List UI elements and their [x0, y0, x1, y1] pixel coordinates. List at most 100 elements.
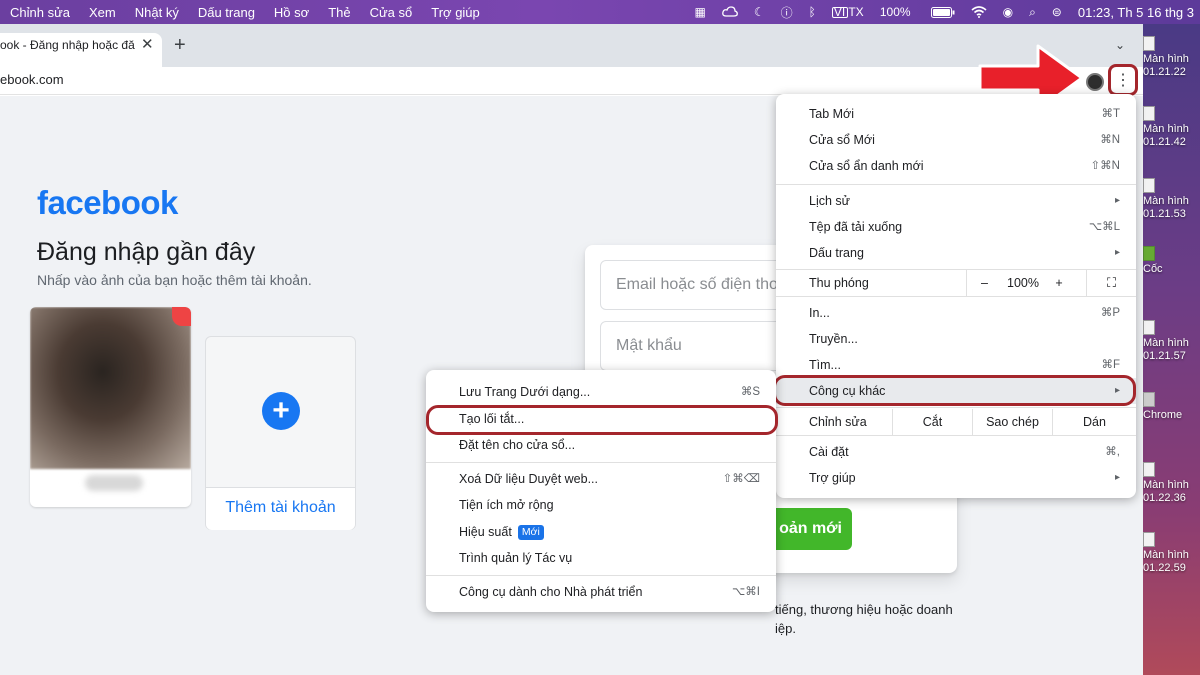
- menubar-clock[interactable]: 01:23, Th 5 16 thg 3: [1078, 5, 1194, 20]
- facebook-logo: facebook: [37, 184, 178, 221]
- desktop-app[interactable]: Cốc: [1143, 246, 1200, 276]
- desktop-file[interactable]: Màn hình 01.22.59: [1143, 532, 1200, 575]
- menu-divider: [426, 575, 776, 576]
- macos-menubar: Chỉnh sửa Xem Nhật ký Dấu trang Hồ sơ Th…: [0, 0, 1200, 24]
- submenu-performance[interactable]: Hiệu suất Mới: [426, 519, 776, 545]
- file-icon: [1143, 532, 1155, 547]
- file-icon: [1143, 178, 1155, 193]
- desktop-file[interactable]: Màn hình 01.21.57: [1143, 320, 1200, 363]
- menu-bookmarks[interactable]: Dấu trang ▸: [776, 240, 1136, 266]
- close-tab-icon[interactable]: ✕: [141, 35, 154, 53]
- bluetooth-icon[interactable]: ᛒ: [809, 5, 816, 19]
- profile-avatar[interactable]: [1086, 73, 1104, 91]
- tab-title: ook - Đăng nhập hoặc đă: [0, 38, 135, 52]
- menu-profiles[interactable]: Hồ sơ: [274, 5, 309, 20]
- chevron-right-icon: ▸: [1114, 472, 1120, 483]
- recent-logins-title: Đăng nhập gần đây: [37, 238, 256, 266]
- menu-history[interactable]: Nhật ký: [135, 5, 179, 20]
- battery-status[interactable]: 100%: [880, 5, 955, 19]
- submenu-save-page[interactable]: Lưu Trang Dưới dạng... ⌘S: [426, 379, 776, 405]
- more-tools-highlight-ring: [773, 375, 1136, 406]
- submenu-clear-browsing-data[interactable]: Xoá Dữ liệu Duyệt web... ⇧⌘⌫: [426, 466, 776, 492]
- menu-view[interactable]: Xem: [89, 5, 116, 20]
- file-icon: [1143, 320, 1155, 335]
- browser-toolbar: ebook.com ⋮: [0, 67, 1143, 95]
- menu-bookmarks[interactable]: Dấu trang: [198, 5, 255, 20]
- desktop-file[interactable]: Màn hình 01.22.36: [1143, 462, 1200, 505]
- tab-search-chevron-icon[interactable]: ⌄: [1115, 38, 1125, 52]
- add-account-label: Thêm tài khoản: [225, 499, 336, 516]
- cut-button[interactable]: Cắt: [892, 409, 972, 435]
- menu-history[interactable]: Lịch sử ▸: [776, 188, 1136, 214]
- zoom-level: 100%: [1007, 276, 1039, 290]
- desktop-file[interactable]: Màn hình 01.21.22: [1143, 36, 1200, 79]
- kebab-highlight-ring: [1108, 64, 1138, 96]
- create-page-text: tiếng, thương hiệu hoặc doanh iệp.: [775, 602, 953, 636]
- submenu-extensions[interactable]: Tiện ích mở rộng: [426, 492, 776, 518]
- moon-icon[interactable]: ☾: [754, 5, 765, 19]
- saved-profile-card[interactable]: [30, 307, 191, 507]
- battery-icon: [930, 6, 955, 18]
- menubar-grid-icon[interactable]: ▦: [695, 5, 706, 19]
- new-tab-plus-icon[interactable]: +: [174, 34, 186, 57]
- add-account-card[interactable]: + Thêm tài khoản: [205, 336, 356, 530]
- chevron-right-icon: ▸: [1114, 247, 1120, 258]
- menu-divider: [426, 462, 776, 463]
- app-menus: Chỉnh sửa Xem Nhật ký Dấu trang Hồ sơ Th…: [0, 5, 499, 20]
- menu-downloads[interactable]: Tệp đã tải xuống ⌥⌘L: [776, 214, 1136, 240]
- desktop-file[interactable]: Màn hình 01.21.42: [1143, 106, 1200, 149]
- paste-button[interactable]: Dán: [1052, 409, 1136, 435]
- submenu-name-window[interactable]: Đặt tên cho cửa sổ...: [426, 432, 776, 458]
- spotlight-search-icon[interactable]: ⌕: [1029, 5, 1036, 20]
- add-plus-icon: +: [262, 392, 300, 430]
- file-icon: [1143, 462, 1155, 477]
- submenu-task-manager[interactable]: Trình quản lý Tác vụ: [426, 545, 776, 571]
- file-icon: [1143, 36, 1155, 51]
- app-icon: [1143, 246, 1155, 261]
- menu-divider: [776, 407, 1136, 408]
- menu-incognito-window[interactable]: Cửa sổ ẩn danh mới ⇧⌘N: [776, 153, 1136, 179]
- menu-edit-row: Chỉnh sửa Cắt Sao chép Dán: [776, 409, 1136, 435]
- zoom-out-button[interactable]: –: [966, 270, 1002, 296]
- profile-photo: [30, 307, 191, 469]
- desktop-app[interactable]: Chrome: [1143, 392, 1200, 422]
- menu-help[interactable]: Trợ giúp: [431, 5, 480, 20]
- control-center-icon[interactable]: ⊜: [1052, 5, 1062, 19]
- menu-divider: [776, 296, 1136, 297]
- create-shortcut-highlight-ring: [426, 405, 778, 435]
- menu-new-window[interactable]: Cửa sổ Mới ⌘N: [776, 127, 1136, 153]
- menu-edit[interactable]: Chỉnh sửa: [10, 5, 70, 20]
- menu-divider: [776, 435, 1136, 436]
- chevron-right-icon: ▸: [1114, 195, 1120, 206]
- menu-window[interactable]: Cửa sổ: [370, 5, 413, 20]
- zoom-in-button[interactable]: +: [1044, 270, 1074, 296]
- menu-print[interactable]: In... ⌘P: [776, 300, 1136, 326]
- creative-cloud-icon[interactable]: [722, 6, 738, 18]
- menu-cast[interactable]: Truyền...: [776, 326, 1136, 352]
- time-machine-icon[interactable]: ⓘ: [781, 4, 793, 21]
- browser-tab[interactable]: ook - Đăng nhập hoặc đă ✕: [0, 33, 162, 67]
- copy-button[interactable]: Sao chép: [972, 409, 1052, 435]
- chrome-main-menu: Tab Mới ⌘T Cửa sổ Mới ⌘N Cửa sổ ẩn danh mớ…: [776, 94, 1136, 498]
- menu-settings[interactable]: Cài đặt ⌘,: [776, 439, 1136, 465]
- menu-help[interactable]: Trợ giúp ▸: [776, 465, 1136, 491]
- battery-percent: 100%: [879, 5, 911, 19]
- input-source-icon[interactable]: VI TX: [831, 6, 864, 18]
- user-icon[interactable]: ◉: [1003, 5, 1013, 19]
- profile-name-blurred: [85, 475, 143, 491]
- menu-tab[interactable]: Thẻ: [328, 5, 350, 20]
- fullscreen-icon[interactable]: ⛶: [1086, 270, 1136, 296]
- desktop-file[interactable]: Màn hình 01.21.53: [1143, 178, 1200, 221]
- create-account-button[interactable]: oản mới: [768, 508, 852, 550]
- address-bar[interactable]: ebook.com: [0, 72, 64, 87]
- chrome-app-icon: [1143, 392, 1155, 407]
- submenu-developer-tools[interactable]: Công cụ dành cho Nhà phát triển ⌥⌘I: [426, 579, 776, 605]
- new-badge: Mới: [517, 525, 544, 540]
- menubar-status: ▦ ☾ ⓘ ᛒ VI TX 100% ◉ ⌕ ⊜ 01:23, Th 5 16 …: [695, 0, 1200, 24]
- tab-strip: ook - Đăng nhập hoặc đă ✕ + ⌄: [0, 24, 1143, 67]
- menu-new-tab[interactable]: Tab Mới ⌘T: [776, 101, 1136, 127]
- file-icon: [1143, 106, 1155, 121]
- menu-divider: [776, 184, 1136, 185]
- wifi-icon[interactable]: [971, 6, 987, 18]
- recent-logins-subtitle: Nhấp vào ảnh của bạn hoặc thêm tài khoản…: [37, 272, 312, 288]
